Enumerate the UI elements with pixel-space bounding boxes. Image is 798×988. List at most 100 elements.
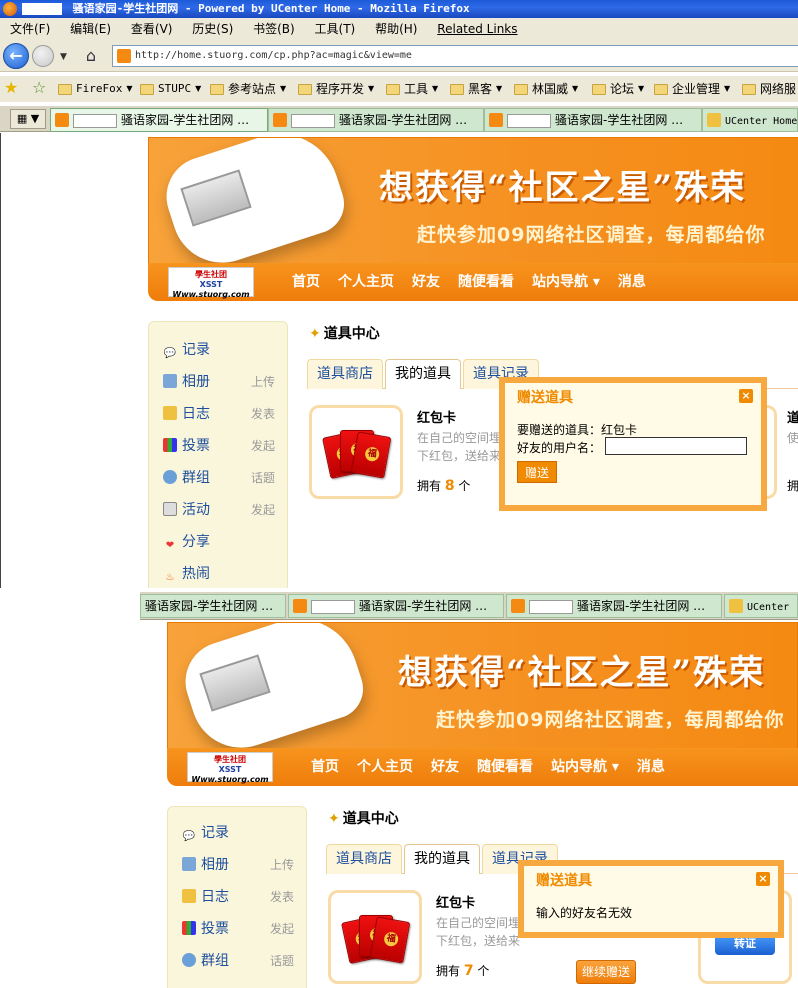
continue-gift-button[interactable]: 继续赠送 [576, 960, 636, 984]
forward-button[interactable] [32, 45, 54, 67]
sidebar-item-group[interactable]: 群组 话题 [163, 468, 283, 488]
sidebar-item-group[interactable]: 群组 话题 [182, 951, 302, 971]
bookmark-folder[interactable]: 工具 ▼ [386, 76, 438, 102]
photo-icon [182, 857, 196, 871]
menu-file[interactable]: 文件(F) [10, 22, 50, 36]
bookmark-folder[interactable]: 程序开发 ▼ [298, 76, 374, 102]
site-logo[interactable]: 學生社团 XSST Www.stuorg.com [168, 267, 254, 299]
promo-banner[interactable]: 想获得“社区之星”殊荣 赶快参加09网络社区调查，每周都给你 [148, 137, 798, 265]
tab-my-items[interactable]: 我的道具 [404, 844, 480, 874]
sidebar-item-poll[interactable]: 投票 发起 [163, 436, 283, 456]
close-icon[interactable]: × [739, 389, 753, 403]
item-description: 在自己的空间埋下红包，送给来访者 [417, 431, 502, 463]
menu-help[interactable]: 帮助(H) [375, 22, 417, 36]
bookmark-folder[interactable]: 网络服 [742, 76, 796, 102]
browser-tab[interactable]: UCenter Home [702, 108, 798, 132]
site-favicon-icon [511, 599, 525, 613]
site-logo[interactable]: 學生社团 XSST Www.stuorg.com [187, 752, 273, 784]
sidebar-item-share[interactable]: ❤ 分享 [163, 532, 283, 552]
back-button[interactable]: ← [3, 43, 29, 69]
chevron-down-icon: ▼ [280, 84, 287, 93]
group-icon [182, 953, 196, 967]
browser-tab[interactable]: UCenter [724, 594, 798, 618]
bookmark-folder[interactable]: 参考站点 ▼ [210, 76, 286, 102]
promo-banner[interactable]: 想获得“社区之星”殊荣 赶快参加09网络社区调查，每周都给你 [167, 622, 798, 750]
menu-view[interactable]: 查看(V) [131, 22, 173, 36]
close-icon[interactable]: × [756, 872, 770, 886]
fire-icon: ♨ [165, 572, 175, 583]
bookmark-add-icon[interactable]: ☆ [32, 79, 46, 97]
journal-icon [163, 406, 177, 420]
menu-related-links[interactable]: Related Links [437, 22, 517, 36]
nav-browse[interactable]: 随便看看 [477, 759, 533, 775]
tab-item-shop[interactable]: 道具商店 [307, 359, 383, 389]
browser-tab[interactable]: 骚语家园-学生社团网 … [50, 108, 268, 132]
next-item-desc: 使 [787, 431, 798, 445]
username-label: 好友的用户名： [517, 441, 602, 455]
item-card-red-envelope[interactable]: 福 福 福 [328, 890, 422, 984]
sidebar-item-hot[interactable]: ♨ 热闹 [163, 564, 283, 584]
sidebar-item-album[interactable]: 相册 上传 [182, 855, 302, 875]
sidebar-item-poll[interactable]: 投票 发起 [182, 919, 302, 939]
group-icon [163, 470, 177, 484]
redacted-block [311, 599, 355, 614]
speech-icon: 💬 [182, 831, 196, 842]
item-card-red-envelope[interactable]: 福 福 福 [309, 405, 403, 499]
chevron-down-icon: ▼ [496, 84, 503, 93]
page-title: ✦ 道具中心 [328, 811, 399, 827]
folder-icon [742, 83, 756, 95]
nav-friends[interactable]: 好友 [412, 274, 440, 290]
ucenter-favicon-icon [729, 599, 743, 613]
chevron-down-icon: ▼ [368, 84, 375, 93]
menu-bar: 文件(F) 编辑(E) 查看(V) 历史(S) 书签(B) 工具(T) 帮助(H… [0, 18, 798, 40]
nav-home[interactable]: 首页 [292, 274, 320, 290]
sidebar-item-event[interactable]: 活动 发起 [163, 500, 283, 520]
chevron-down-icon: ▼ [195, 84, 202, 93]
sidebar-item-records[interactable]: 💬 记录 [163, 340, 283, 360]
url-bar[interactable]: http://home.stuorg.com/cp.php?ac=magic&v… [112, 45, 798, 67]
bookmark-folder[interactable]: 黑客 ▼ [450, 76, 502, 102]
sidebar-item-records[interactable]: 💬 记录 [182, 823, 302, 843]
history-dropdown-icon[interactable]: ▼ [60, 52, 67, 62]
nav-home[interactable]: 首页 [311, 759, 339, 775]
nav-messages[interactable]: 消息 [637, 759, 665, 775]
browser-tab[interactable]: 骚语家园-学生社团网 … [268, 108, 484, 132]
redacted-block [22, 3, 62, 15]
browser-tab[interactable]: 骚语家园-学生社团网 … [484, 108, 702, 132]
gift-submit-button[interactable]: 赠送 [517, 461, 557, 483]
nav-site-guide[interactable]: 站内导航 ▾ [551, 759, 619, 775]
nav-my-page[interactable]: 个人主页 [357, 759, 413, 775]
nav-my-page[interactable]: 个人主页 [338, 274, 394, 290]
browser-tab[interactable]: 骚语家园-学生社团网 … [140, 594, 286, 618]
tab-my-items[interactable]: 我的道具 [385, 359, 461, 389]
folder-icon [386, 83, 400, 95]
sidebar-item-album[interactable]: 相册 上传 [163, 372, 283, 392]
menu-tools[interactable]: 工具(T) [315, 22, 356, 36]
nav-site-guide[interactable]: 站内导航 ▾ [532, 274, 600, 290]
page-viewport-top: 想获得“社区之星”殊荣 赶快参加09网络社区调查，每周都给你 學生社团 XSST… [0, 133, 798, 588]
item-owned-count: 拥有 7 个 [436, 963, 490, 979]
nav-browse[interactable]: 随便看看 [458, 274, 514, 290]
menu-history[interactable]: 历史(S) [192, 22, 233, 36]
chevron-down-icon: ▼ [638, 84, 645, 93]
menu-edit[interactable]: 编辑(E) [70, 22, 111, 36]
nav-messages[interactable]: 消息 [618, 274, 646, 290]
bookmark-folder[interactable]: 论坛 ▼ [592, 76, 644, 102]
browser-tab[interactable]: 骚语家园-学生社团网 … [288, 594, 504, 618]
tab-item-shop[interactable]: 道具商店 [326, 844, 402, 874]
nav-friends[interactable]: 好友 [431, 759, 459, 775]
bookmark-star-icon[interactable]: ★ [4, 79, 18, 97]
redacted-block [507, 113, 551, 128]
tab-list-button[interactable]: ▦ ▼ [10, 109, 46, 129]
bookmark-folder[interactable]: 企业管理 ▼ [654, 76, 730, 102]
sidebar-item-journal[interactable]: 日志 发表 [163, 404, 283, 424]
sidebar-item-journal[interactable]: 日志 发表 [182, 887, 302, 907]
item-description: 在自己的空间埋下红包，送给来访者 [436, 916, 521, 948]
bookmark-folder[interactable]: STUPC ▼ [140, 76, 201, 102]
browser-tab[interactable]: 骚语家园-学生社团网 … [506, 594, 722, 618]
bookmark-folder[interactable]: 林国威 ▼ [514, 76, 578, 102]
bookmark-folder[interactable]: FireFox ▼ [58, 76, 133, 102]
home-icon[interactable]: ⌂ [80, 46, 102, 66]
friend-username-input[interactable] [605, 437, 747, 455]
menu-bookmarks[interactable]: 书签(B) [253, 22, 295, 36]
